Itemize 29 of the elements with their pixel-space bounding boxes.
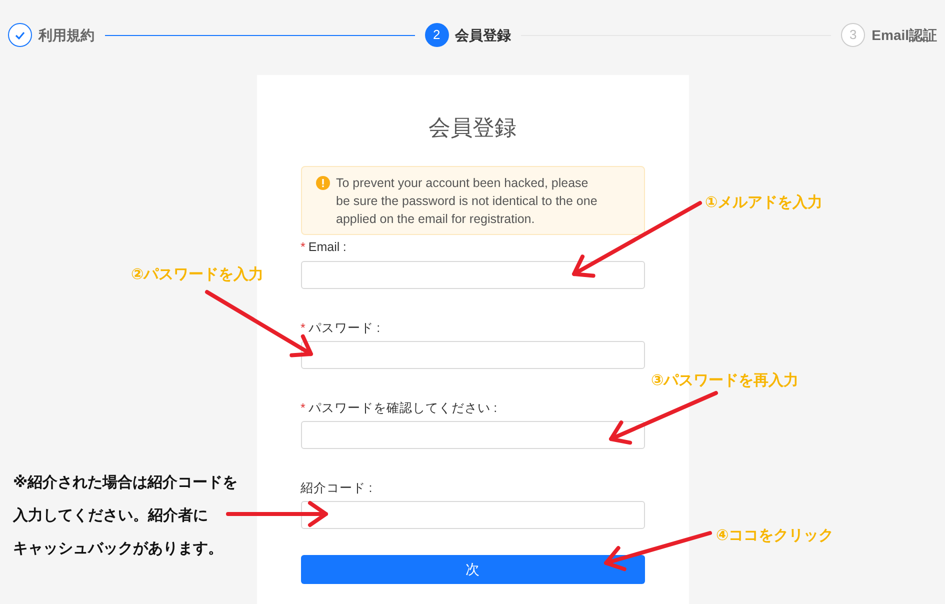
required-mark: *: [300, 239, 306, 256]
step-number: 2: [424, 23, 449, 47]
label-colon: :: [494, 400, 498, 416]
input-field[interactable]: [300, 421, 644, 450]
label-colon: :: [342, 239, 346, 256]
annotation-text: ①メルアドを入力: [705, 193, 823, 213]
required-mark: *: [300, 400, 306, 416]
label-colon: :: [376, 320, 380, 336]
field-label: パスワード: [308, 320, 374, 336]
step-label: Email認証: [872, 26, 938, 44]
warning-icon: [316, 176, 330, 190]
input-field[interactable]: [300, 260, 644, 289]
notice-text: To prevent your account been hacked, please be sure the password is not identical to the one applied on the email for registration.: [336, 175, 598, 228]
field-label: 紹介コード: [300, 480, 366, 496]
field-label: Email: [308, 239, 340, 256]
next-button[interactable]: 次: [300, 555, 644, 584]
annotation-text: ④ココをクリック: [716, 526, 834, 546]
form-title: 会員登録: [428, 114, 518, 142]
step-number: 3: [841, 23, 866, 47]
required-mark: *: [300, 320, 306, 336]
field-label: パスワードを確認してください: [308, 400, 490, 416]
annotation-text: ③パスワードを再入力: [651, 371, 799, 391]
input-field[interactable]: [300, 501, 644, 530]
input-field[interactable]: [300, 340, 644, 369]
step-label: 会員登録: [455, 26, 512, 44]
label-colon: :: [368, 480, 372, 496]
step-label: 利用規約: [38, 26, 94, 44]
annotation-text: ②パスワードを入力: [131, 265, 264, 285]
note-text: ※紹介された場合は紹介コードを 入力してください。紹介者に キャッシュバックがあります。: [13, 473, 238, 559]
